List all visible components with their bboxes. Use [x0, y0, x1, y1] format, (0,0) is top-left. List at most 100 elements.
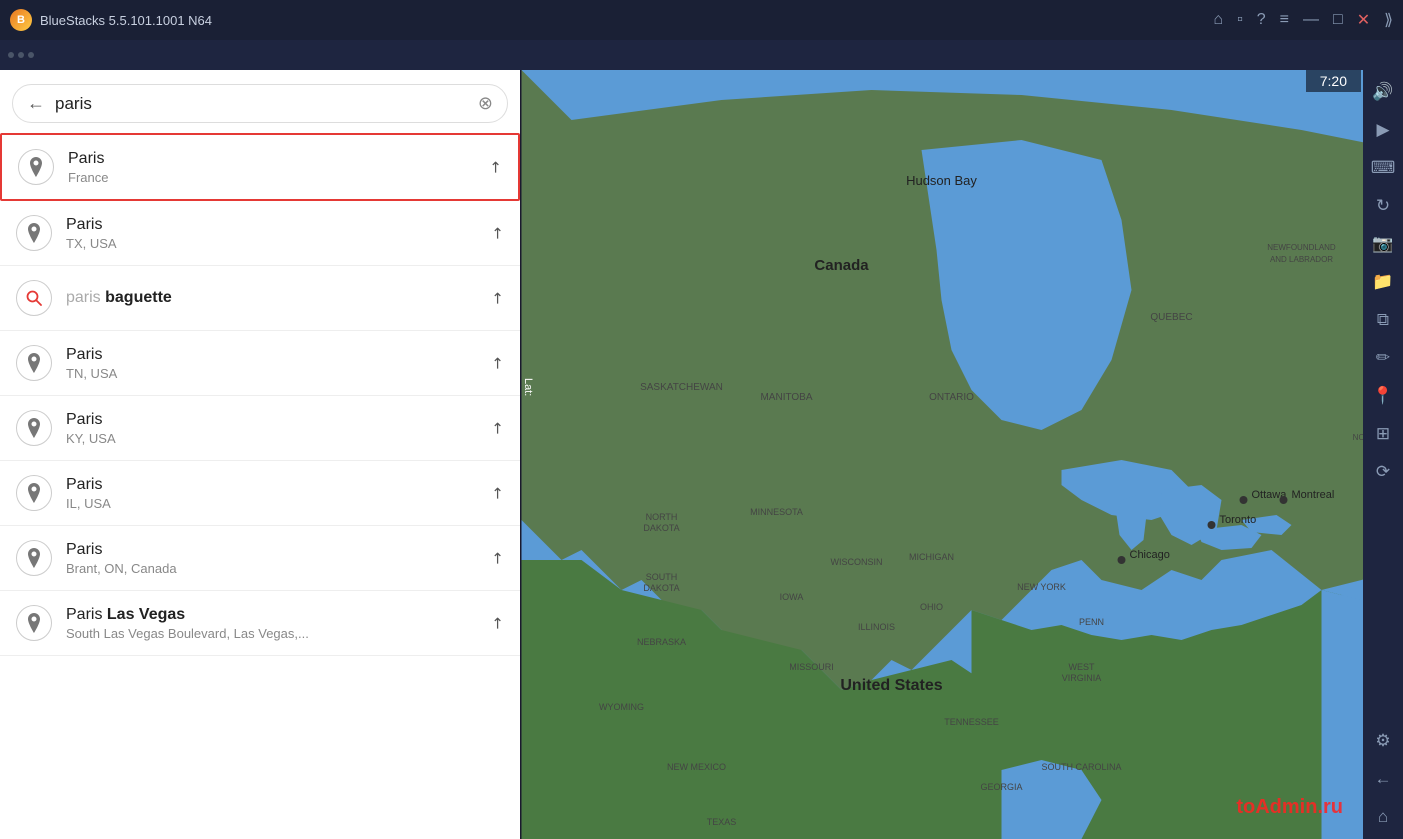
svg-text:ILLINOIS: ILLINOIS [858, 622, 895, 632]
right-sidebar: 🔊 ▶ ⌨ ↻ 📷 📁 ⧉ ✏ 📍 ⊞ ⟳ ⚙ ← ⌂ [1363, 70, 1403, 839]
result-item[interactable]: Paris Brant, ON, Canada ↗ [0, 526, 520, 591]
layers-icon[interactable]: ▫ [1237, 11, 1243, 29]
svg-text:WYOMING: WYOMING [599, 702, 644, 712]
svg-text:SASKATCHEWAN: SASKATCHEWAN [640, 382, 723, 393]
camera-icon-button[interactable]: 📷 [1367, 228, 1399, 260]
app-logo: B [10, 9, 32, 31]
svg-text:Toronto: Toronto [1220, 514, 1257, 526]
location-pin-icon [16, 215, 52, 251]
result-subtitle: Brant, ON, Canada [66, 561, 483, 576]
back-icon-button[interactable]: ← [1367, 763, 1399, 795]
folder-icon-button[interactable]: 📁 [1367, 266, 1399, 298]
stack-icon-button[interactable]: ⊞ [1367, 418, 1399, 450]
main-content: ← ⊗ Paris France ↗ [0, 70, 1403, 839]
svg-text:SOUTH: SOUTH [646, 572, 678, 582]
rotate-icon-button[interactable]: ⟳ [1367, 456, 1399, 488]
svg-text:NORTH: NORTH [646, 512, 678, 522]
time-display: 7:20 [1306, 70, 1361, 92]
svg-text:United States: United States [840, 677, 942, 694]
pen-icon-button[interactable]: ✏ [1367, 342, 1399, 374]
search-bar: ← ⊗ [12, 84, 508, 123]
result-text: Paris TX, USA [66, 216, 483, 251]
svg-text:WEST: WEST [1069, 662, 1096, 672]
result-text: Paris France [68, 150, 481, 185]
arrow-icon: ↗ [487, 352, 509, 374]
svg-text:GEORGIA: GEORGIA [980, 782, 1022, 792]
location-icon-button[interactable]: 📍 [1367, 380, 1399, 412]
result-name: Paris [66, 346, 483, 364]
svg-text:Montreal: Montreal [1292, 489, 1335, 501]
result-text: Paris TN, USA [66, 346, 483, 381]
minimize-icon[interactable]: — [1303, 11, 1319, 29]
svg-text:IOWA: IOWA [780, 592, 804, 602]
arrow-icon: ↗ [487, 482, 509, 504]
svg-text:WISCONSIN: WISCONSIN [830, 557, 882, 567]
close-icon[interactable]: ✕ [1357, 10, 1370, 30]
play-icon-button[interactable]: ▶ [1367, 114, 1399, 146]
map-svg: Hudson Bay Canada SASKATCHEWAN MANITOBA … [520, 70, 1403, 839]
clear-button[interactable]: ⊗ [478, 93, 493, 114]
arrow-icon: ↗ [487, 612, 509, 634]
result-item[interactable]: Paris TX, USA ↗ [0, 201, 520, 266]
result-name: Paris Las Vegas [66, 606, 483, 624]
expand-right-icon[interactable]: ⟫ [1384, 10, 1393, 30]
results-list: Paris France ↗ Paris TX, USA ↗ [0, 133, 520, 839]
result-subtitle: France [68, 170, 481, 185]
settings-icon-button[interactable]: ⚙ [1367, 725, 1399, 757]
arrow-icon: ↗ [487, 287, 509, 309]
search-panel: ← ⊗ Paris France ↗ [0, 70, 520, 839]
arrow-icon: ↗ [487, 222, 509, 244]
location-pin-icon [16, 540, 52, 576]
svg-text:TEXAS: TEXAS [707, 817, 737, 827]
maximize-icon[interactable]: □ [1333, 11, 1343, 29]
result-text: paris baguette [66, 289, 483, 307]
svg-text:MANITOBA: MANITOBA [760, 392, 812, 403]
svg-text:MICHIGAN: MICHIGAN [909, 552, 954, 562]
home-icon-button[interactable]: ⌂ [1367, 801, 1399, 833]
keyboard-icon-button[interactable]: ⌨ [1367, 152, 1399, 184]
volume-icon-button[interactable]: 🔊 [1367, 76, 1399, 108]
toolbar-dot-1 [8, 52, 14, 58]
toolbar-dot-2 [18, 52, 24, 58]
toolbar-dots [8, 52, 34, 58]
arrow-icon: ↗ [487, 547, 509, 569]
result-text: Paris IL, USA [66, 476, 483, 511]
lat-label: Lat: [522, 378, 534, 396]
result-name: Paris [66, 541, 483, 559]
svg-text:Hudson Bay: Hudson Bay [906, 173, 977, 188]
result-subtitle: IL, USA [66, 496, 483, 511]
result-item[interactable]: Paris KY, USA ↗ [0, 396, 520, 461]
help-icon[interactable]: ? [1257, 11, 1266, 29]
svg-text:ONTARIO: ONTARIO [929, 392, 974, 403]
titlebar: B BlueStacks 5.5.101.1001 N64 ⌂ ▫ ? ≡ — … [0, 0, 1403, 40]
result-subtitle: KY, USA [66, 431, 483, 446]
result-text: Paris Brant, ON, Canada [66, 541, 483, 576]
search-icon [16, 280, 52, 316]
back-button[interactable]: ← [27, 93, 45, 114]
layers-icon-button[interactable]: ⧉ [1367, 304, 1399, 336]
svg-text:NEWFOUNDLAND: NEWFOUNDLAND [1267, 243, 1336, 252]
result-item[interactable]: Paris TN, USA ↗ [0, 331, 520, 396]
svg-text:NEW MEXICO: NEW MEXICO [667, 762, 726, 772]
svg-text:AND LABRADOR: AND LABRADOR [1270, 255, 1333, 264]
refresh-icon-button[interactable]: ↻ [1367, 190, 1399, 222]
svg-text:SOUTH CAROLINA: SOUTH CAROLINA [1041, 762, 1121, 772]
location-pin-icon [16, 475, 52, 511]
search-input[interactable] [55, 94, 468, 114]
svg-text:VIRGINIA: VIRGINIA [1062, 673, 1102, 683]
result-item[interactable]: Paris IL, USA ↗ [0, 461, 520, 526]
result-item[interactable]: paris baguette ↗ [0, 266, 520, 331]
home-icon[interactable]: ⌂ [1213, 11, 1223, 29]
app-title: BlueStacks 5.5.101.1001 N64 [40, 13, 212, 28]
svg-text:QUEBEC: QUEBEC [1150, 312, 1192, 323]
svg-text:OHIO: OHIO [920, 602, 943, 612]
result-name: Paris [66, 411, 483, 429]
svg-text:DAKOTA: DAKOTA [643, 523, 679, 533]
result-name: Paris [66, 216, 483, 234]
result-name: Paris [66, 476, 483, 494]
map-area[interactable]: Hudson Bay Canada SASKATCHEWAN MANITOBA … [520, 70, 1403, 839]
menu-icon[interactable]: ≡ [1280, 11, 1289, 29]
result-item[interactable]: Paris Las Vegas South Las Vegas Boulevar… [0, 591, 520, 656]
location-pin-icon [18, 149, 54, 185]
result-item[interactable]: Paris France ↗ [0, 133, 520, 201]
